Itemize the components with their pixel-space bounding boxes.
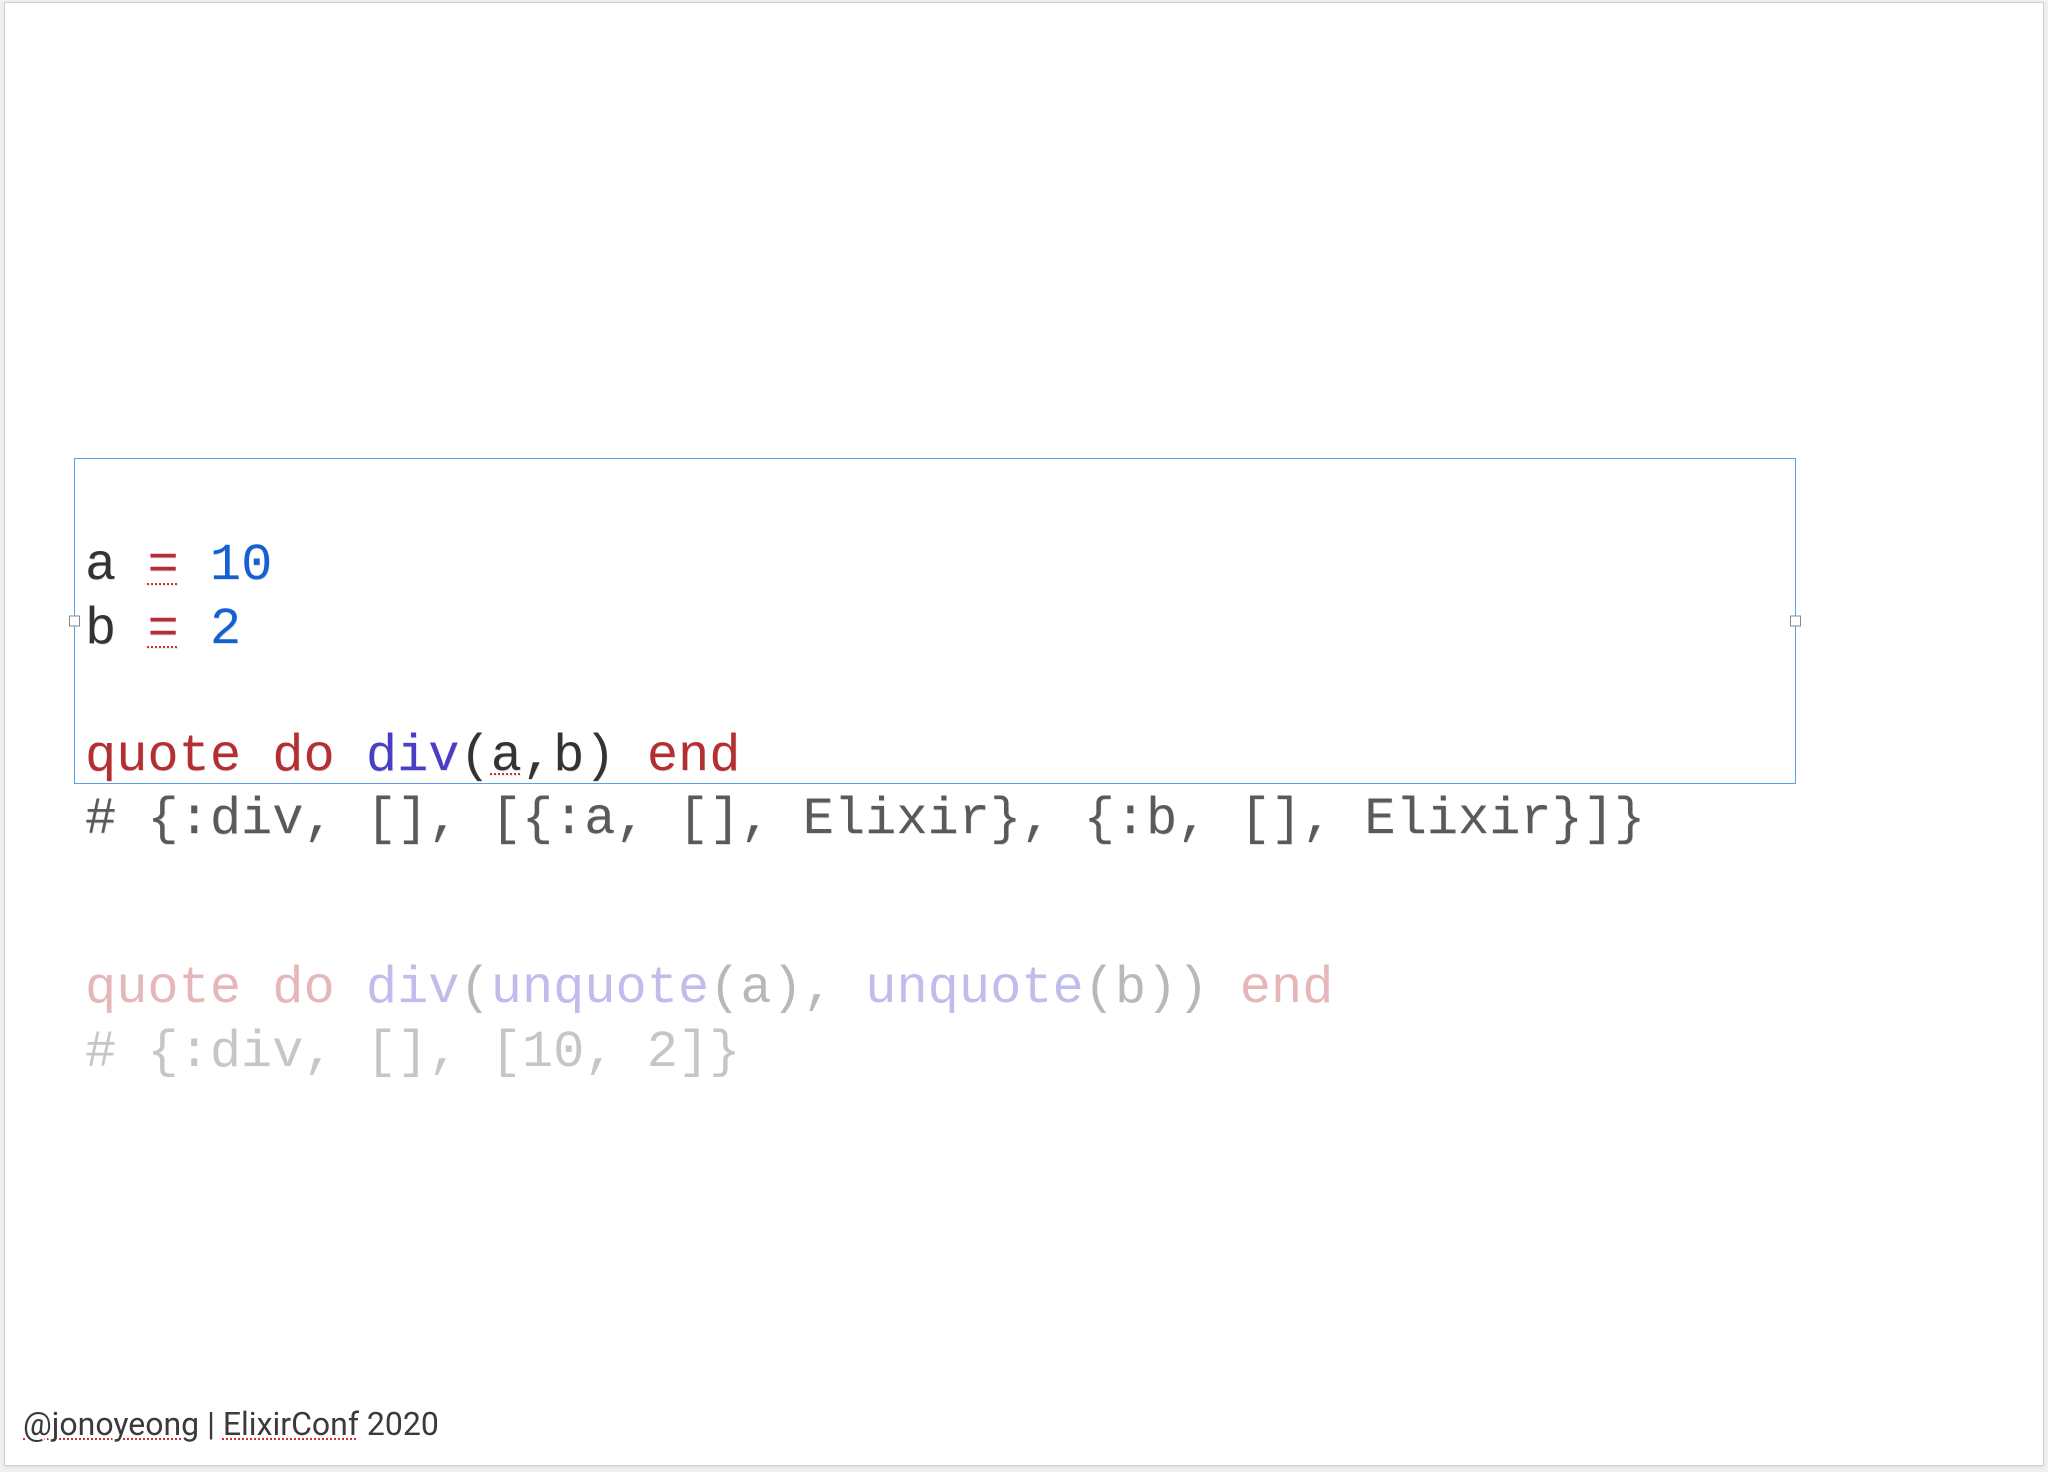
- spacer: [75, 866, 1795, 894]
- tok-kw-do-2: do: [272, 959, 334, 1018]
- tok-arg-a: a: [491, 727, 522, 786]
- code-block-selected[interactable]: a = 10 b = 2 quote do div(a,b) end # {:d…: [75, 463, 1795, 866]
- tok-kw-end: end: [647, 727, 741, 786]
- tok-po1: (: [709, 959, 740, 1018]
- tok-comment-1: # {:div, [], [{:a, [], Elixir}, {:b, [],…: [85, 790, 1645, 849]
- tok-unquote-2: unquote: [865, 959, 1083, 1018]
- tok-var-b: b: [85, 600, 116, 659]
- tok-var-a: a: [85, 536, 116, 595]
- footer-sep: |: [199, 1405, 223, 1443]
- tok-b-2: b: [1115, 959, 1146, 1018]
- tok-op-1: =: [147, 536, 178, 595]
- tok-kw-end-2: end: [1240, 959, 1334, 1018]
- line-5: quote do div(unquote(a), unquote(b)) end: [85, 959, 1333, 1018]
- footer-conf: ElixirConf: [223, 1405, 359, 1443]
- tok-pc1: ): [772, 959, 803, 1018]
- footer-handle: @jonoyeong: [23, 1405, 199, 1443]
- tok-paren-close: ): [584, 727, 615, 786]
- tok-unquote-1: unquote: [491, 959, 709, 1018]
- tok-kw-do: do: [272, 727, 334, 786]
- tok-num-2: 2: [210, 600, 241, 659]
- tok-op-2: =: [147, 600, 178, 659]
- tok-arg-b: b: [553, 727, 584, 786]
- line-1: a = 10: [85, 536, 272, 595]
- tok-fn-div-2: div: [366, 959, 460, 1018]
- code-block-faded: quote do div(unquote(a), unquote(b)) end…: [75, 894, 1795, 1084]
- tok-paren-open: (: [460, 727, 491, 786]
- tok-po2: (: [1084, 959, 1115, 1018]
- code-area: a = 10 b = 2 quote do div(a,b) end # {:d…: [75, 463, 1795, 1084]
- footer-year: 2020: [359, 1405, 439, 1443]
- tok-kw-quote-2: quote: [85, 959, 241, 1018]
- line-2: b = 2: [85, 600, 241, 659]
- line-6: # {:div, [], [10, 2]}: [85, 1023, 740, 1082]
- tok-a-2: a: [740, 959, 771, 1018]
- line-3: quote do div(a,b) end: [85, 727, 740, 786]
- tok-open-2: (: [460, 959, 491, 1018]
- tok-fn-div: div: [366, 727, 460, 786]
- line-4: # {:div, [], [{:a, [], Elixir}, {:b, [],…: [85, 790, 1645, 849]
- tok-comma: ,: [522, 727, 553, 786]
- slide-canvas[interactable]: a = 10 b = 2 quote do div(a,b) end # {:d…: [4, 2, 2044, 1466]
- tok-comment-2: # {:div, [], [10, 2]}: [85, 1023, 740, 1082]
- tok-kw-quote: quote: [85, 727, 241, 786]
- tok-num-10: 10: [210, 536, 272, 595]
- slide-frame: a = 10 b = 2 quote do div(a,b) end # {:d…: [0, 0, 2048, 1472]
- tok-comma-2: ,: [803, 959, 865, 1018]
- slide-footer: @jonoyeong | ElixirConf 2020: [23, 1405, 439, 1443]
- tok-close-2: ): [1177, 959, 1208, 1018]
- slide-scaler: a = 10 b = 2 quote do div(a,b) end # {:d…: [0, 0, 2048, 1472]
- tok-pc2: ): [1146, 959, 1177, 1018]
